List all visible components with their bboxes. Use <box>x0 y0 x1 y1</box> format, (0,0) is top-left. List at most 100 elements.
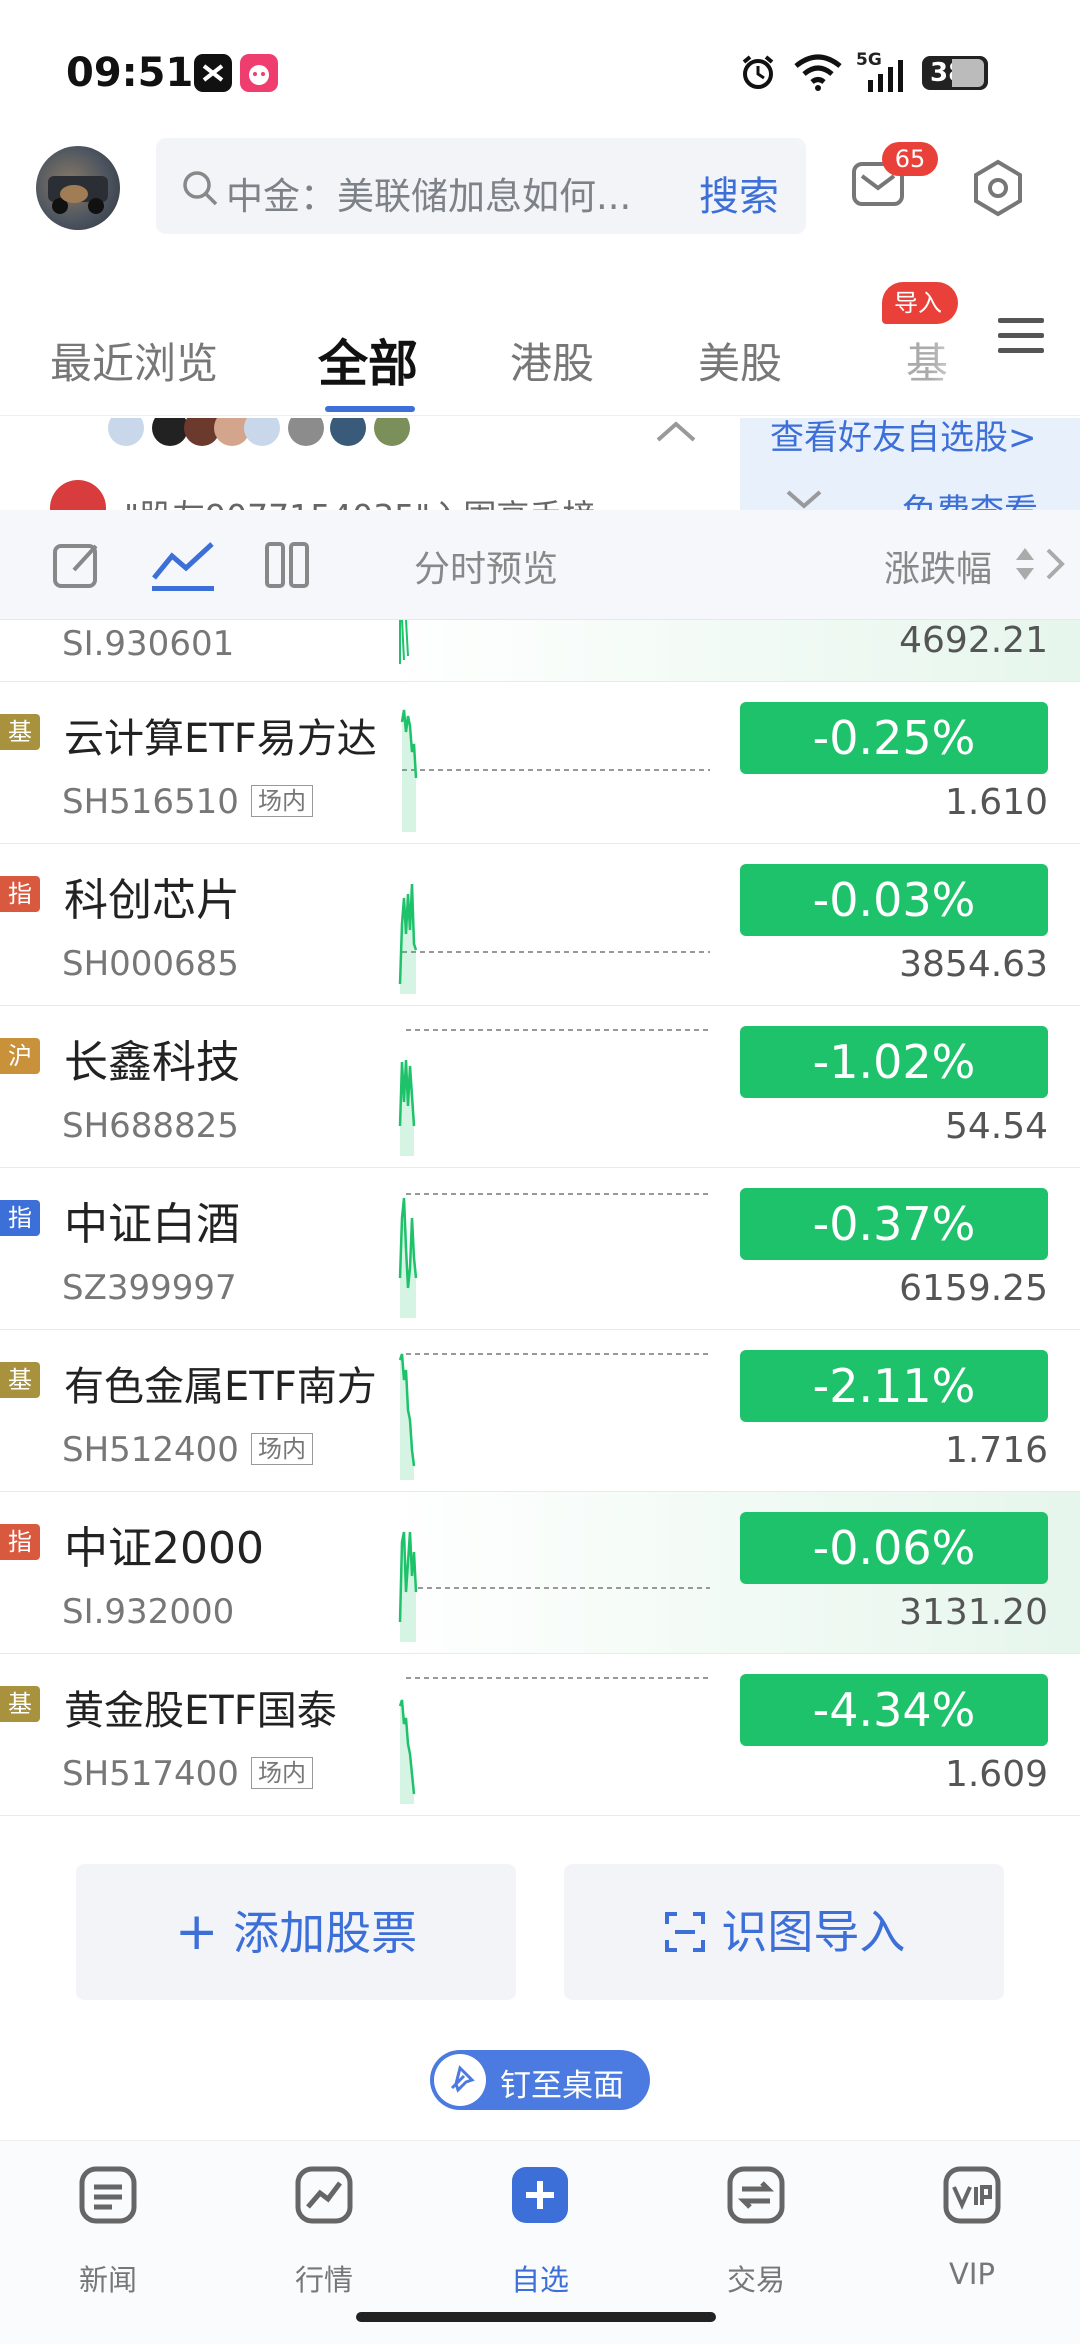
stock-code-text: SH512400 <box>62 1430 239 1470</box>
search-input[interactable]: 中金：美联储加息如何... <box>226 166 631 220</box>
stock-name: 云计算ETF易方达 <box>64 716 377 762</box>
table-row[interactable]: 沪 长鑫科技 SH688825 -1.02% 54.54 <box>0 1006 1080 1168</box>
pin-to-desktop-button[interactable]: 钉至桌面 <box>430 2050 650 2110</box>
market-tag: 沪 <box>0 1038 40 1074</box>
sort-change-button[interactable]: 涨跌幅 <box>884 540 992 592</box>
table-row[interactable]: 基 云计算ETF易方达 SH516510 场内 -0.25% 1.610 <box>0 682 1080 844</box>
import-badge: 导入 <box>882 282 958 324</box>
menu-icon[interactable] <box>998 316 1044 356</box>
notice-text: "股友9077154035"入围高手榜 <box>124 490 595 510</box>
collapse-icon[interactable] <box>654 418 698 448</box>
nav-news[interactable]: 新闻 <box>38 2165 178 2315</box>
nav-watchlist[interactable]: 自选 <box>470 2165 610 2315</box>
image-import-label: 识图导入 <box>721 1905 906 1959</box>
intraday-preview-label: 分时预览 <box>414 549 559 590</box>
stock-code-text: SH688825 <box>62 1106 239 1146</box>
change-percent: -0.03% <box>740 864 1048 936</box>
sort-arrows-icon <box>1016 548 1034 580</box>
search-button[interactable]: 搜索 <box>699 164 779 222</box>
market-tag: 基 <box>0 714 40 750</box>
chevron-down-icon[interactable] <box>784 488 824 510</box>
alarm-icon <box>742 55 774 89</box>
plus-icon: + <box>174 1902 219 1962</box>
stock-code-text: SH000685 <box>62 944 239 984</box>
sparkline <box>398 1029 710 1156</box>
nav-market-label: 行情 <box>294 2263 353 2297</box>
sparkline <box>398 1353 710 1480</box>
stock-price: 3854.63 <box>899 944 1048 985</box>
change-percent: -1.02% <box>740 1026 1048 1098</box>
notice-avatar <box>50 480 106 510</box>
table-row[interactable]: 指 中证白酒 SZ399997 -0.37% 6159.25 <box>0 1168 1080 1330</box>
market-tag: 指 <box>0 876 40 912</box>
edit-icon[interactable] <box>52 540 102 590</box>
nav-market[interactable]: 行情 <box>254 2165 394 2315</box>
settings-icon[interactable] <box>968 158 1028 218</box>
pin-label: 钉至桌面 <box>500 2068 624 2104</box>
status-time: 09:51 <box>66 50 194 96</box>
table-row[interactable]: 基 有色金属ETF南方 SH512400 场内 -2.11% 1.716 <box>0 1330 1080 1492</box>
vip-icon <box>943 2166 1001 2224</box>
sparkline <box>400 709 710 832</box>
stock-code-text: SZ399997 <box>62 1268 237 1308</box>
table-row[interactable]: 指 科创芯片 SH000685 -0.03% 3854.63 <box>0 844 1080 1006</box>
table-row[interactable]: 指 中证2000 SI.932000 -0.06% 3131.20 <box>0 1492 1080 1654</box>
nav-vip[interactable]: VIP <box>902 2165 1042 2315</box>
list-toolbar: 分时预览 涨跌幅 <box>0 510 1080 620</box>
line-view-icon[interactable] <box>150 538 216 592</box>
search-bar[interactable]: 中金：美联储加息如何... 搜索 <box>156 138 806 234</box>
tab-recent[interactable]: 最近浏览 <box>50 330 218 391</box>
stock-code: SH517400 场内 <box>62 1754 313 1794</box>
tab-all[interactable]: 全部 <box>318 324 418 396</box>
market-tag: 指 <box>0 1524 40 1560</box>
friend-avatars <box>56 418 426 448</box>
add-stock-button[interactable]: + 添加股票 <box>76 1864 516 2000</box>
change-percent: -0.25% <box>740 702 1048 774</box>
wifi-icon <box>794 54 842 91</box>
table-row[interactable]: 基 黄金股ETF国泰 SH517400 场内 -4.34% 1.609 <box>0 1654 1080 1816</box>
stock-price: 3131.20 <box>899 1592 1048 1633</box>
nav-trade[interactable]: 交易 <box>686 2165 826 2315</box>
venue-tag: 场内 <box>250 1757 313 1789</box>
market-icon <box>295 2166 353 2224</box>
capcut-icon <box>194 54 232 92</box>
chevron-right-icon[interactable] <box>1044 546 1066 582</box>
home-indicator[interactable] <box>356 2312 716 2322</box>
free-view-button[interactable]: 免费查看 <box>870 470 1080 510</box>
nav-news-label: 新闻 <box>78 2263 137 2297</box>
stock-code: SH000685 <box>62 944 239 984</box>
sparkline <box>399 620 409 664</box>
stock-price: 54.54 <box>944 1106 1048 1147</box>
market-tag: 基 <box>0 1686 40 1722</box>
watchlist-icon <box>512 2167 568 2223</box>
avatar[interactable] <box>36 146 120 230</box>
column-view-icon[interactable] <box>264 540 310 590</box>
stock-name: 有色金属ETF南方 <box>64 1364 377 1410</box>
tab-us[interactable]: 美股 <box>698 330 782 391</box>
image-import-button[interactable]: 识图导入 <box>564 1864 1004 2000</box>
stock-price: 6159.25 <box>899 1268 1048 1309</box>
change-percent: -2.11% <box>740 1350 1048 1422</box>
search-icon <box>183 171 218 206</box>
status-bar: 09:51 5G 38 <box>0 0 1080 130</box>
table-row[interactable]: SI.930601 4692.21 <box>0 620 1080 682</box>
tab-hk[interactable]: 港股 <box>510 330 594 391</box>
scan-icon <box>664 1912 705 1952</box>
stock-price: 4692.21 <box>899 620 1048 661</box>
stock-code-text: SH516510 <box>62 782 239 822</box>
news-icon <box>79 2166 137 2224</box>
stock-name: 中证白酒 <box>64 1199 240 1250</box>
stock-price: 1.610 <box>944 782 1048 823</box>
friends-link-text: 查看好友自选股> <box>770 418 1037 458</box>
venue-tag: 场内 <box>250 785 313 817</box>
stock-code: SI.930601 <box>62 624 235 664</box>
change-percent: -0.37% <box>740 1188 1048 1260</box>
sparkline <box>398 1531 710 1642</box>
free-view-label: 免费查看 <box>902 484 1038 510</box>
stock-code: SH688825 <box>62 1106 239 1146</box>
app-pink-icon <box>240 54 278 92</box>
change-percent: -4.34% <box>740 1674 1048 1746</box>
tab-underline <box>325 406 415 412</box>
market-tag: 基 <box>0 1362 40 1398</box>
stock-name: 黄金股ETF国泰 <box>64 1688 337 1734</box>
